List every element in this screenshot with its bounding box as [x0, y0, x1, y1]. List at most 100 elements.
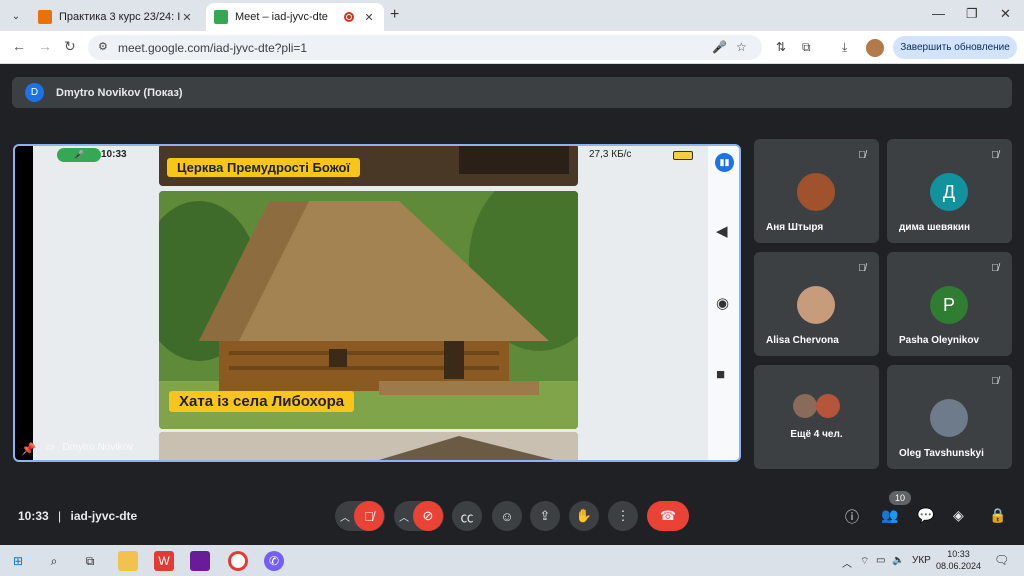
system-clock[interactable]: 10:33 08.06.2024 — [936, 548, 981, 572]
site-info-icon[interactable]: ⚙ — [98, 40, 108, 53]
letterbox-bar — [15, 146, 33, 460]
host-controls-icon[interactable]: 🔒 — [989, 507, 1006, 524]
save-app-icon[interactable] — [190, 551, 210, 571]
avatar: P — [930, 286, 968, 324]
minimize-icon[interactable]: — — [932, 6, 945, 21]
muted-mic-icon: 🎙̸ — [858, 150, 866, 161]
recents-square-icon[interactable]: ■ — [716, 366, 725, 383]
keyboard-language[interactable]: УКР — [912, 555, 931, 566]
avatar — [797, 173, 835, 211]
participant-name: Oleg Tavshunskyi — [899, 448, 984, 459]
extensions-icon[interactable]: ⧉ — [802, 40, 811, 55]
new-tab-icon[interactable]: + — [390, 6, 399, 24]
tab-title: Meet – iad-jyvc-dte — [235, 11, 328, 23]
search-icon[interactable]: ⌕ — [44, 551, 64, 571]
chevron-up-icon[interactable]: ︿ — [336, 509, 354, 524]
presenter-avatar: D — [25, 83, 44, 102]
mic-control[interactable]: ︿ 🎙̸ — [335, 501, 385, 531]
reload-icon[interactable]: ↻ — [64, 38, 76, 55]
muted-mic-icon: 🎙̸ — [858, 263, 866, 274]
hand-icon: ✋ — [575, 508, 593, 523]
network-speed: 27,3 КБ/с — [589, 149, 632, 160]
leave-call-button[interactable]: ☎ — [647, 501, 689, 531]
info-icon[interactable]: ⓘ — [845, 507, 859, 527]
activities-icon[interactable]: ◈ — [953, 507, 964, 524]
back-triangle-icon[interactable]: ◀ — [716, 222, 728, 240]
next-photo — [159, 432, 578, 460]
pin-icon[interactable]: 📌 — [21, 442, 36, 456]
participant-tile[interactable]: 🎙̸ Аня Штыря — [754, 139, 879, 243]
tab-practice[interactable]: Практика 3 курс 23/24: Індивід ✕ — [30, 3, 202, 31]
notifications-icon[interactable]: 🗨 — [994, 553, 1009, 567]
emoji-icon: ☺ — [500, 508, 514, 524]
home-circle-icon[interactable]: ◉ — [716, 294, 729, 312]
finish-update-button[interactable]: Завершить обновление — [893, 36, 1017, 59]
participant-name: Pasha Oleynikov — [899, 335, 980, 346]
meeting-info: 10:33 | iad-jyvc-dte — [18, 509, 137, 523]
voice-search-icon[interactable]: 🎤 — [712, 40, 727, 54]
people-icon[interactable]: 👥 — [881, 507, 898, 524]
window-close-icon[interactable]: ✕ — [1000, 6, 1011, 22]
participant-name: Аня Штыря — [766, 222, 824, 233]
phone-clock: 10:33 — [101, 149, 127, 160]
tray-chevron-icon[interactable]: ︿ — [842, 555, 852, 570]
avatar — [816, 394, 840, 418]
recording-icon — [344, 12, 354, 22]
battery-icon — [673, 151, 693, 160]
tab-search-icon[interactable]: ⌄ — [6, 6, 26, 26]
participant-tile[interactable]: 🎙̸ Oleg Tavshunskyi — [887, 365, 1012, 469]
windows-start-icon[interactable]: ⊞ — [8, 551, 28, 571]
viber-icon[interactable]: ✆ — [264, 551, 284, 571]
presentation-banner: D Dmytro Novikov (Показ) — [12, 77, 1012, 108]
card-label: Хата із села Либохора — [169, 391, 355, 412]
forward-icon[interactable]: → — [38, 38, 52, 54]
chevron-up-icon[interactable]: ︿ — [395, 509, 413, 524]
task-view-icon[interactable]: ⧉ — [80, 551, 100, 571]
church-card: Церква Премудрості Божої — [159, 146, 578, 186]
close-icon[interactable]: ✕ — [180, 11, 194, 24]
tray-wifi-icon[interactable]: ⌔ — [860, 555, 869, 568]
back-icon[interactable]: ← — [12, 38, 26, 54]
file-explorer-icon[interactable] — [118, 551, 138, 571]
download-icon[interactable]: ⤓ — [842, 40, 847, 55]
muted-mic-icon: 🎙̸ — [991, 263, 999, 274]
participant-tile[interactable]: 🎙̸ Д дима шевякин — [887, 139, 1012, 243]
bookmark-star-icon[interactable]: ☆ — [736, 40, 747, 54]
phone-nav-column: ▮▮ ◀ ◉ ■ — [708, 146, 739, 460]
muted-mic-icon: 🎙̸ — [991, 376, 999, 387]
more-participants-tile[interactable]: Ещё 4 чел. — [754, 365, 879, 469]
camera-off-icon[interactable]: ⊘ — [413, 501, 443, 531]
chat-icon[interactable]: 💬 — [917, 507, 934, 524]
presenter-caption: ▭ Dmytro Novikov — [45, 442, 133, 453]
raise-hand-button[interactable]: ✋ — [569, 501, 599, 531]
wps-office-icon[interactable]: W — [154, 551, 174, 571]
audio-chip-icon: ▮▮ — [715, 153, 734, 172]
mic-off-icon[interactable]: 🎙̸ — [354, 501, 384, 531]
tray-volume-icon[interactable]: 🔈 — [892, 555, 904, 566]
participant-tile[interactable]: 🎙̸ Alisa Chervona — [754, 252, 879, 356]
chrome-icon[interactable] — [228, 551, 248, 571]
reactions-button[interactable]: ☺ — [492, 501, 522, 531]
moodle-favicon-icon — [38, 10, 52, 24]
meeting-code: iad-jyvc-dte — [70, 509, 138, 523]
participant-tile[interactable]: 🎙̸ P Pasha Oleynikov — [887, 252, 1012, 356]
media-icon[interactable]: ⇅ — [776, 40, 786, 54]
url-text: meet.google.com/iad-jyvc-dte?pli=1 — [118, 41, 308, 55]
tab-meet[interactable]: Meet – iad-jyvc-dte ✕ — [206, 3, 384, 31]
screen-share-icon: ▭ — [45, 442, 55, 453]
card-label: Церква Премудрості Божої — [167, 158, 361, 177]
tray-network-icon[interactable]: ▭ — [876, 555, 885, 566]
browser-tab-strip: ⌄ Практика 3 курс 23/24: Індивід ✕ Meet … — [0, 0, 1024, 31]
captions-button[interactable]: ㏄ — [452, 501, 482, 531]
camera-control[interactable]: ︿ ⊘ — [394, 501, 444, 531]
present-button[interactable]: ⇪ — [530, 501, 560, 531]
close-icon[interactable]: ✕ — [362, 11, 376, 24]
profile-avatar[interactable] — [866, 39, 884, 57]
restore-icon[interactable]: ❐ — [966, 6, 978, 22]
participant-name: дима шевякин — [899, 222, 971, 233]
more-participants-label: Ещё 4 чел. — [790, 429, 843, 440]
address-bar[interactable]: ⚙ meet.google.com/iad-jyvc-dte?pli=1 🎤 ☆ — [88, 35, 762, 60]
shared-screen-tile[interactable]: 🎤 10:33 27,3 КБ/с Церква Премудрості Бож… — [13, 144, 741, 462]
more-options-button[interactable]: ⋮ — [608, 501, 638, 531]
mic-active-icon: 🎤 — [57, 148, 101, 162]
